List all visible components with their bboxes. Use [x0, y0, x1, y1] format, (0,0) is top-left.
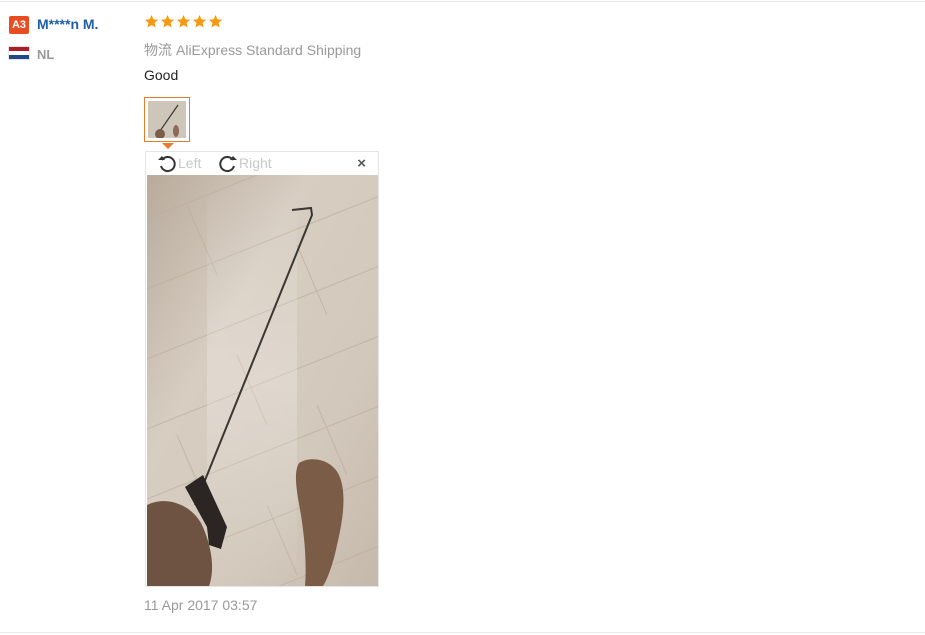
- thumbnail-selected-arrow: [162, 143, 174, 149]
- shipping-info: 物流 AliExpress Standard Shipping: [144, 40, 361, 60]
- rotate-right-button[interactable]: Right: [217, 152, 272, 174]
- user-country: NL: [37, 47, 55, 62]
- review-photo: [147, 175, 378, 586]
- rotate-right-label: Right: [239, 155, 272, 171]
- photo-image: [147, 175, 378, 586]
- thumbnail-image: [148, 101, 186, 138]
- divider-top: [0, 1, 925, 2]
- review-date: 11 Apr 2017 03:57: [144, 597, 258, 613]
- star-rating: [144, 14, 223, 29]
- star-icon: [192, 14, 207, 28]
- review-photo-thumbnail[interactable]: [144, 97, 190, 142]
- rotate-left-button[interactable]: Left: [156, 152, 201, 174]
- close-icon[interactable]: ×: [357, 155, 366, 173]
- star-icon: [176, 14, 191, 28]
- shipping-method: AliExpress Standard Shipping: [176, 42, 362, 58]
- user-level-badge: A3: [9, 16, 29, 34]
- star-icon: [160, 14, 175, 28]
- shipping-label: 物流: [144, 42, 172, 58]
- star-icon: [208, 14, 223, 28]
- nl-flag-icon: [8, 46, 30, 60]
- rotate-right-icon: [219, 156, 237, 173]
- rotate-left-label: Left: [178, 155, 202, 171]
- divider-bottom: [0, 632, 925, 633]
- photo-viewer: Left Right ×: [145, 151, 379, 587]
- star-icon: [144, 14, 159, 28]
- viewer-toolbar: Left Right ×: [146, 152, 378, 174]
- rotate-left-icon: [158, 156, 176, 173]
- user-name: M****n M.: [37, 16, 99, 32]
- review-text: Good: [144, 67, 179, 83]
